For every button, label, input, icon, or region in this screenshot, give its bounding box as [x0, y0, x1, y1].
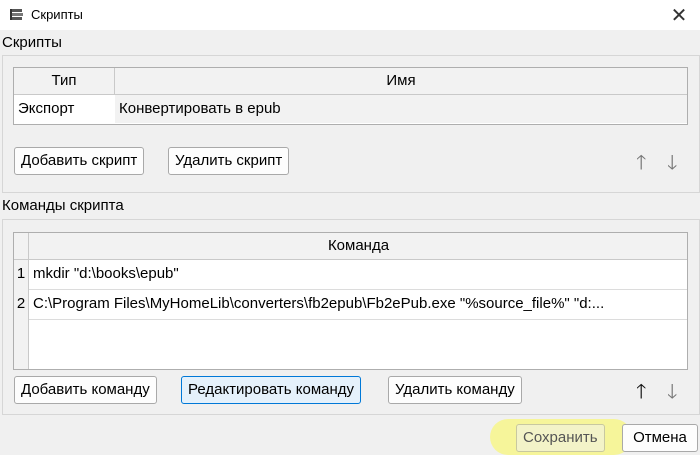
add-script-button[interactable]: Добавить скрипт	[14, 147, 145, 175]
script-type-cell[interactable]: Экспорт	[18, 95, 112, 123]
commands-table: Команда 1 mkdir "d:\books\epub" 2 C:\Pro…	[13, 232, 688, 370]
row-divider	[29, 319, 687, 320]
move-down-icon[interactable]: 🡓	[667, 148, 677, 182]
column-header-type[interactable]: Тип	[14, 68, 115, 94]
save-button[interactable]: Сохранить	[516, 424, 605, 452]
commands-panel: Команда 1 mkdir "d:\books\epub" 2 C:\Pro…	[2, 219, 700, 415]
column-header-command[interactable]: Команда	[28, 233, 688, 259]
column-header-name[interactable]: Имя	[115, 68, 687, 94]
row-number: 1	[16, 265, 26, 282]
scripts-table: Тип Имя Экспорт Конвертировать в epub	[13, 67, 688, 125]
cancel-button[interactable]: Отмена	[622, 424, 698, 452]
edit-command-button[interactable]: Редактировать команду	[181, 376, 362, 404]
commands-table-header: Команда	[14, 233, 687, 260]
app-books-icon	[10, 9, 23, 20]
command-cell[interactable]: C:\Program Files\MyHomeLib\converters\fb…	[33, 290, 683, 318]
close-icon[interactable]: ✕	[658, 0, 700, 30]
move-up-icon[interactable]: 🡑	[636, 377, 646, 411]
move-down-icon[interactable]: 🡓	[667, 377, 677, 411]
move-up-icon[interactable]: 🡑	[636, 148, 646, 182]
delete-script-button[interactable]: Удалить скрипт	[168, 147, 290, 175]
scripts-group-label: Скрипты	[2, 34, 62, 51]
script-name-cell[interactable]: Конвертировать в epub	[115, 95, 687, 123]
command-cell[interactable]: mkdir "d:\books\epub"	[33, 260, 683, 288]
add-command-button[interactable]: Добавить команду	[14, 376, 157, 404]
window-title: Скрипты	[31, 7, 83, 22]
scripts-panel: Тип Имя Экспорт Конвертировать в epub До…	[2, 55, 700, 193]
commands-group-label: Команды скрипта	[2, 197, 124, 214]
scripts-table-header: Тип Имя	[14, 68, 687, 95]
title-bar: Скрипты ✕	[0, 0, 700, 30]
delete-command-button[interactable]: Удалить команду	[388, 376, 522, 404]
row-number: 2	[16, 295, 26, 312]
